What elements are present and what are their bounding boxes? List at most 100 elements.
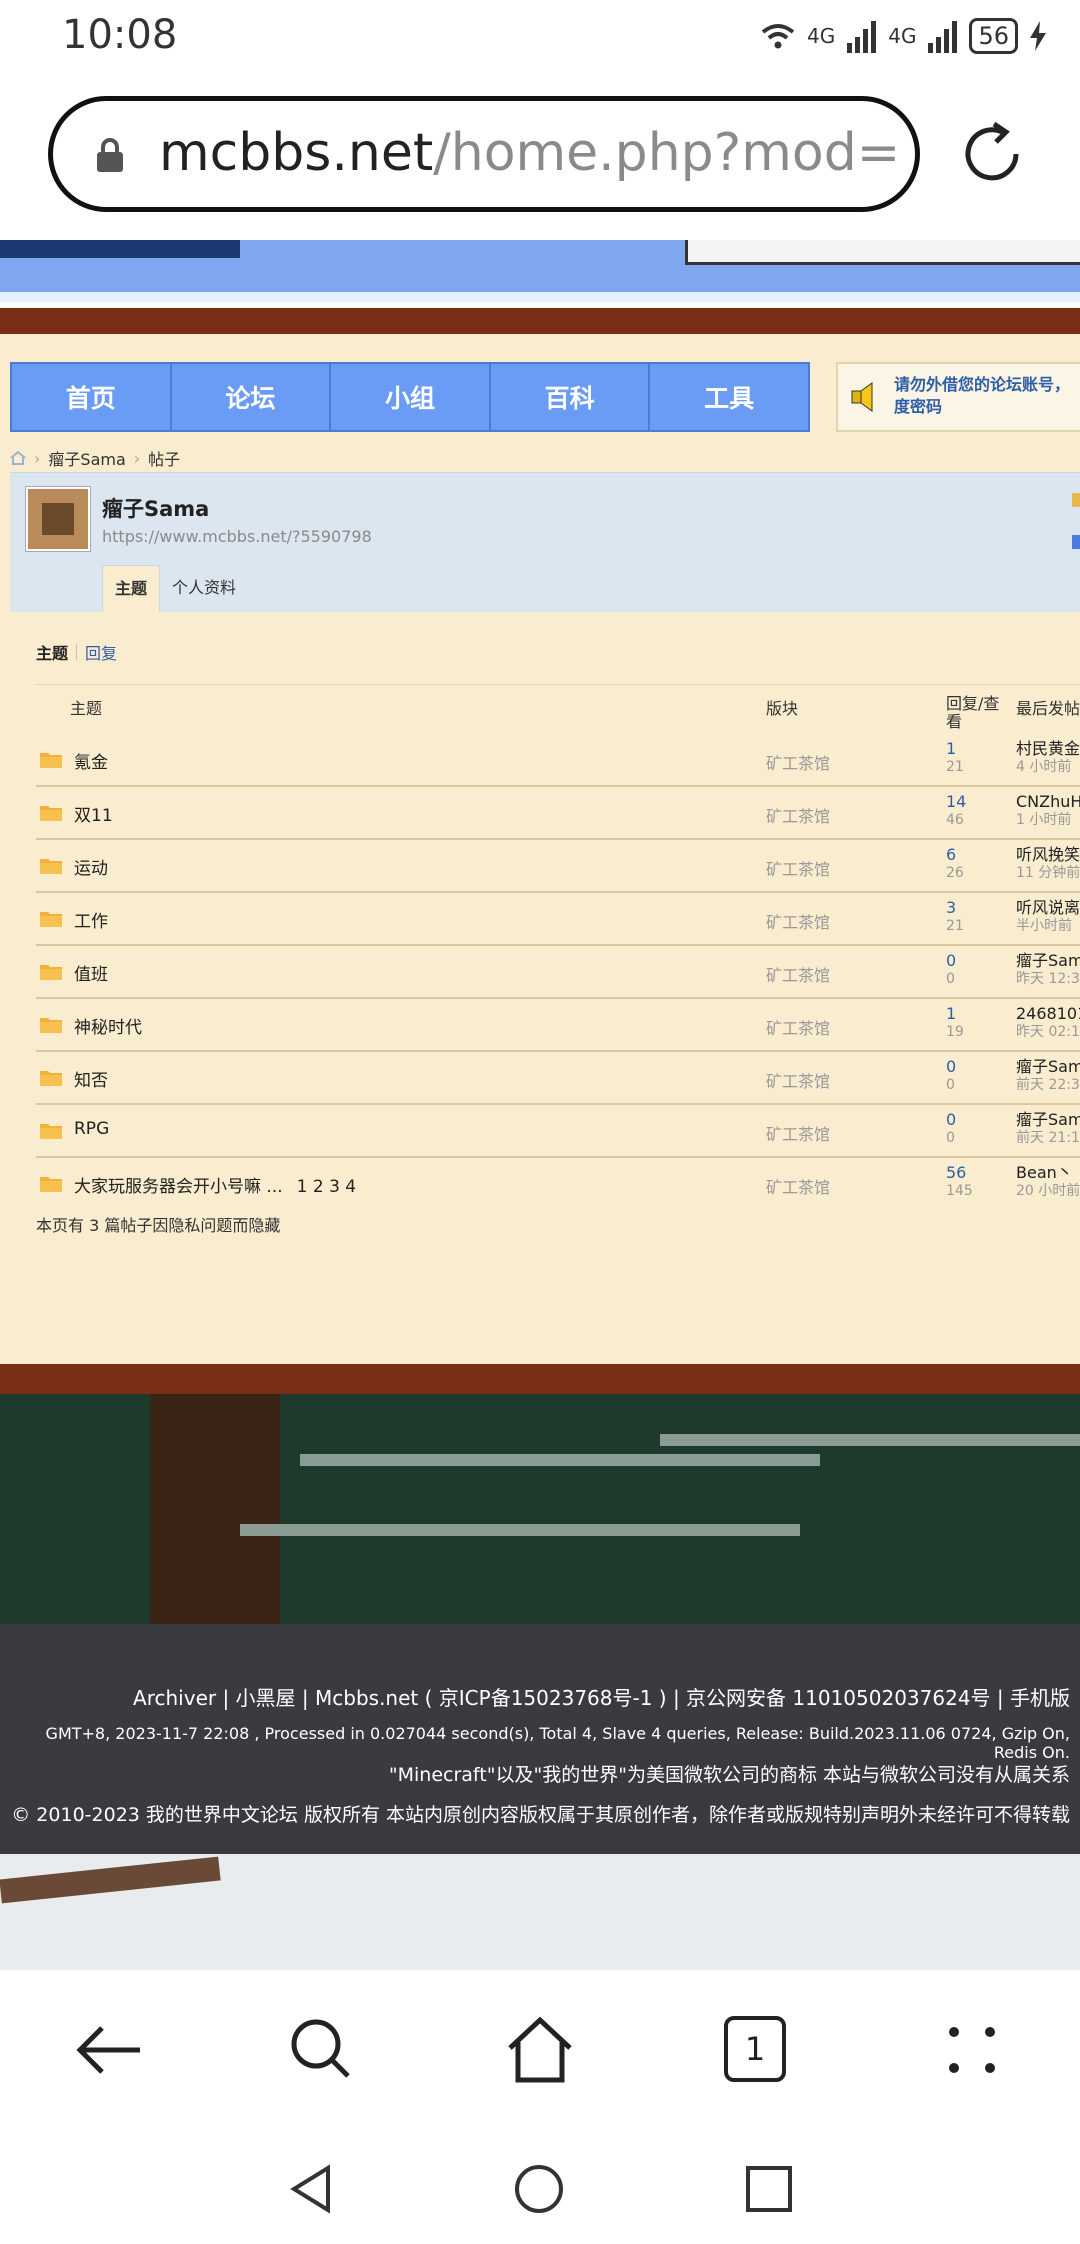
breadcrumb: › 瘤子Sama › 帖子 xyxy=(10,446,180,470)
nav-tools[interactable]: 工具 xyxy=(650,364,808,430)
breadcrumb-section[interactable]: 帖子 xyxy=(148,446,180,470)
system-back-icon[interactable] xyxy=(284,2162,338,2216)
subtab-replies[interactable]: 回复 xyxy=(85,640,117,664)
message-icon[interactable] xyxy=(1072,535,1080,549)
address-bar[interactable]: mcbbs.net/home.php?mod=sp xyxy=(48,96,920,212)
nav-group[interactable]: 小组 xyxy=(331,364,491,430)
home-icon[interactable] xyxy=(10,451,26,465)
clock: 10:08 xyxy=(62,12,178,58)
table-row[interactable]: 氪金 矿工茶馆 1 21 村民黄金 4 小时前 xyxy=(36,734,1080,785)
topic-title[interactable]: 神秘时代 xyxy=(74,1013,156,1038)
back-icon[interactable] xyxy=(68,2010,148,2090)
topic-last-time: 20 小时前 xyxy=(1016,1183,1080,1199)
topic-forum[interactable]: 矿工茶馆 xyxy=(766,803,830,827)
topic-pages[interactable]: 1 2 3 4 xyxy=(297,1177,356,1197)
lock-icon xyxy=(97,138,123,172)
topic-title[interactable]: 双11 xyxy=(74,801,127,826)
add-friend-icon[interactable] xyxy=(1072,493,1080,507)
topic-title[interactable]: 大家玩服务器会开小号嘛 ... 1 2 3 4 xyxy=(74,1172,356,1197)
table-row[interactable]: 双11 矿工茶馆 1446 CNZhuHC1 小时前 xyxy=(36,785,1080,838)
footer-links[interactable]: Archiver | 小黑屋 | Mcbbs.net ( 京ICP备150237… xyxy=(133,1682,1070,1711)
charging-icon xyxy=(1030,21,1046,51)
table-header: 主题 版块 回复/查看 最后发帖 xyxy=(36,684,1080,735)
topic-title[interactable]: 氪金 xyxy=(74,748,122,773)
profile-url[interactable]: https://www.mcbbs.net/?5590798 xyxy=(102,527,372,546)
search-icon[interactable] xyxy=(282,2010,362,2090)
topic-last-post[interactable]: 瘤子Sama前天 22:30 xyxy=(1016,1058,1080,1094)
url-domain: mcbbs.net xyxy=(159,123,434,183)
header-title: 主题 xyxy=(70,699,103,718)
home-icon[interactable] xyxy=(500,2010,580,2090)
reload-icon[interactable] xyxy=(956,118,1028,190)
topic-last-time: 前天 21:18 xyxy=(1016,1130,1080,1146)
site-footer: Archiver | 小黑屋 | Mcbbs.net ( 京ICP备150237… xyxy=(0,1624,1080,1854)
topic-forum[interactable]: 矿工茶馆 xyxy=(766,1015,830,1039)
topic-last-time: 4 小时前 xyxy=(1016,759,1072,775)
table-row[interactable]: 神秘时代 矿工茶馆 119 24681013昨天 02:14 xyxy=(36,997,1080,1050)
subtab-topics[interactable]: 主题 xyxy=(36,640,68,664)
tabs-button[interactable]: 1 xyxy=(718,2010,798,2090)
network-type-1: 4G xyxy=(806,24,836,48)
topic-title[interactable]: RPG xyxy=(74,1119,123,1139)
folder-icon xyxy=(40,1018,62,1033)
topic-last-post[interactable]: Bean丶 20 小时前 xyxy=(1016,1164,1080,1200)
table-row[interactable]: 大家玩服务器会开小号嘛 ... 1 2 3 4 矿工茶馆 56 145 Bean丶 20 小… xyxy=(36,1156,1080,1209)
folder-icon xyxy=(40,965,62,980)
tab-topics[interactable]: 主题 xyxy=(102,565,161,612)
browser-toolbar: 1 xyxy=(0,1970,1080,2140)
footer-snow xyxy=(0,1854,1080,1970)
profile-header: 瘤子Sama https://www.mcbbs.net/?5590798 主题… xyxy=(10,472,1080,613)
topic-last-post[interactable]: 24681013昨天 02:14 xyxy=(1016,1005,1080,1041)
folder-icon xyxy=(40,806,62,821)
topic-last-post[interactable]: 听风挽笑y11 分钟前 xyxy=(1016,846,1080,882)
topic-last-post[interactable]: CNZhuHC1 小时前 xyxy=(1016,793,1080,829)
topic-forum[interactable]: 矿工茶馆 xyxy=(766,750,830,774)
topic-replies: 56 145 xyxy=(946,1163,973,1200)
topic-title[interactable]: 运动 xyxy=(74,854,122,879)
nav-forum[interactable]: 论坛 xyxy=(172,364,332,430)
table-row[interactable]: RPG 矿工茶馆 00 瘤子Sama前天 21:18 xyxy=(36,1103,1080,1156)
divider xyxy=(76,644,78,660)
topic-views: 0 xyxy=(946,971,955,987)
topic-last-post[interactable]: 瘤子Sama前天 21:18 xyxy=(1016,1111,1080,1147)
topic-last-post[interactable]: 瘤子Sama昨天 12:35 xyxy=(1016,952,1080,988)
topic-views: 145 xyxy=(946,1183,973,1199)
breadcrumb-user[interactable]: 瘤子Sama xyxy=(48,446,125,470)
topic-replies: 14 46 xyxy=(946,792,967,829)
url-text[interactable]: mcbbs.net/home.php?mod=sp xyxy=(159,123,899,183)
nav-home[interactable]: 首页 xyxy=(12,364,172,430)
table-row[interactable]: 工作 矿工茶馆 321 听风说离别半小时前 xyxy=(36,891,1080,944)
avatar[interactable] xyxy=(26,487,90,551)
table-row[interactable]: 运动 矿工茶馆 626 听风挽笑y11 分钟前 xyxy=(36,838,1080,891)
hidden-note: 本页有 3 篇帖子因隐私问题而隐藏 xyxy=(36,1216,281,1235)
topic-forum[interactable]: 矿工茶馆 xyxy=(766,1174,830,1198)
nav-wiki[interactable]: 百科 xyxy=(491,364,651,430)
header-last: 最后发帖 xyxy=(1016,699,1080,718)
folder-icon xyxy=(40,1071,62,1086)
subtabs: 主题 回复 xyxy=(36,640,117,664)
topic-forum[interactable]: 矿工茶馆 xyxy=(766,962,830,986)
topic-last-post[interactable]: 村民黄金 4 小时前 xyxy=(1016,740,1080,776)
tab-profile[interactable]: 个人资料 xyxy=(160,565,248,611)
topic-forum[interactable]: 矿工茶馆 xyxy=(766,1121,830,1145)
topic-last-post[interactable]: 听风说离别半小时前 xyxy=(1016,899,1080,935)
topic-views: 0 xyxy=(946,1130,955,1146)
table-row[interactable]: 知否 矿工茶馆 00 瘤子Sama前天 22:30 xyxy=(36,1050,1080,1103)
table-row[interactable]: 值班 矿工茶馆 00 瘤子Sama昨天 12:35 xyxy=(36,944,1080,997)
battery-level: 56 xyxy=(969,18,1018,54)
topic-title[interactable]: 工作 xyxy=(74,907,122,932)
topic-replies: 00 xyxy=(946,1110,957,1147)
topic-forum[interactable]: 矿工茶馆 xyxy=(766,856,830,880)
profile-name[interactable]: 瘤子Sama xyxy=(102,493,209,523)
topic-title[interactable]: 值班 xyxy=(74,960,122,985)
topic-title[interactable]: 知否 xyxy=(74,1066,122,1091)
topic-last-time: 昨天 12:35 xyxy=(1016,971,1080,987)
system-recents-icon[interactable] xyxy=(742,2162,796,2216)
footer-ground xyxy=(0,1364,1080,1394)
system-home-icon[interactable] xyxy=(512,2162,566,2216)
menu-icon[interactable] xyxy=(932,2010,1012,2090)
topic-forum[interactable]: 矿工茶馆 xyxy=(766,909,830,933)
topic-forum[interactable]: 矿工茶馆 xyxy=(766,1068,830,1092)
topic-views: 0 xyxy=(946,1077,955,1093)
notice-box[interactable]: 请勿外借您的论坛账号， 度密码 xyxy=(836,362,1080,432)
